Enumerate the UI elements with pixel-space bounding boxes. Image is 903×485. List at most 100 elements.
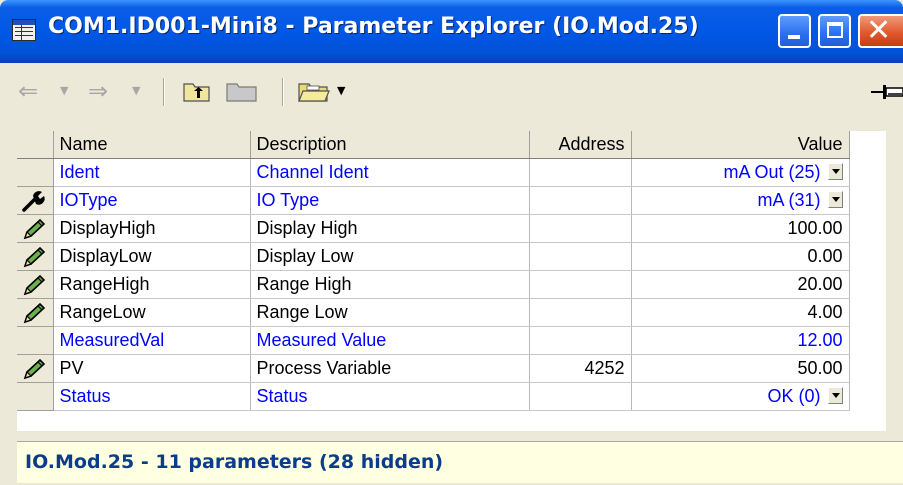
- row-icon-cell: [17, 326, 54, 355]
- param-name: RangeHigh: [53, 270, 251, 299]
- param-value[interactable]: 0.00: [631, 242, 850, 271]
- param-description: Display High: [250, 214, 530, 243]
- row-icon-cell: [17, 298, 54, 327]
- table-row[interactable]: RangeLow Range Low 4.00: [17, 298, 850, 327]
- row-icon-cell: [17, 186, 54, 215]
- open-folder-icon[interactable]: [297, 79, 331, 103]
- param-address: [529, 326, 632, 355]
- param-value[interactable]: mA Out (25): [631, 158, 850, 187]
- icon-column-header[interactable]: [17, 131, 54, 159]
- pencil-icon: [23, 274, 46, 296]
- param-name: IOType: [53, 186, 251, 215]
- param-value-text: mA (31): [757, 190, 821, 210]
- table-row[interactable]: DisplayLow Display Low 0.00: [17, 242, 850, 271]
- maximize-icon: [827, 22, 843, 38]
- name-column-header[interactable]: Name: [53, 131, 251, 159]
- param-address: [529, 382, 632, 411]
- table-app-icon: [12, 19, 36, 41]
- param-address: [529, 158, 632, 187]
- pencil-icon: [23, 358, 46, 380]
- param-name: MeasuredVal: [53, 326, 251, 355]
- param-description: Display Low: [250, 242, 530, 271]
- folder-up-icon[interactable]: [183, 80, 211, 102]
- table-row[interactable]: RangeHigh Range High 20.00: [17, 270, 850, 299]
- param-description: Process Variable: [250, 354, 530, 383]
- maximize-button[interactable]: [818, 14, 851, 48]
- pencil-icon: [23, 302, 46, 324]
- parameter-explorer-window: COM1.ID001-Mini8 - Parameter Explorer (I…: [0, 0, 903, 485]
- pencil-icon: [23, 246, 46, 268]
- table-row[interactable]: Status Status OK (0): [17, 382, 850, 411]
- open-dropdown-icon[interactable]: ▼: [337, 79, 351, 103]
- param-value-text[interactable]: 100.00: [787, 218, 842, 238]
- back-arrow-icon[interactable]: ⇐: [18, 79, 44, 103]
- forward-arrow-icon[interactable]: ⇒: [88, 79, 114, 103]
- table-row[interactable]: PV Process Variable 4252 50.00: [17, 354, 850, 383]
- row-icon-cell: [17, 270, 54, 299]
- param-name: PV: [53, 354, 251, 383]
- title-bar[interactable]: COM1.ID001-Mini8 - Parameter Explorer (I…: [0, 0, 903, 63]
- table-row[interactable]: DisplayHigh Display High 100.00: [17, 214, 850, 243]
- name-header-label: Name: [59, 134, 108, 154]
- param-description: Channel Ident: [250, 158, 530, 187]
- param-name: RangeLow: [53, 298, 251, 327]
- param-value[interactable]: 50.00: [631, 354, 850, 383]
- param-value[interactable]: 12.00: [631, 326, 850, 355]
- address-column-header[interactable]: Address: [529, 131, 632, 159]
- param-address: [529, 242, 632, 271]
- param-name: Ident: [53, 158, 251, 187]
- param-address: [529, 186, 632, 215]
- table-row[interactable]: IOType IO Type mA (31): [17, 186, 850, 215]
- description-header-label: Description: [256, 134, 347, 154]
- address-header-label: Address: [558, 134, 625, 154]
- param-value[interactable]: 4.00: [631, 298, 850, 327]
- parameter-table: Name Description Address Value Ident Chan…: [17, 131, 886, 431]
- close-button[interactable]: ✕: [858, 14, 903, 48]
- param-description: Range Low: [250, 298, 530, 327]
- param-name: DisplayLow: [53, 242, 251, 271]
- param-value-text: mA Out (25): [723, 162, 821, 182]
- window-title: COM1.ID001-Mini8 - Parameter Explorer (I…: [48, 14, 699, 39]
- minimize-icon: [788, 35, 800, 39]
- folder-icon[interactable]: [226, 80, 258, 102]
- param-value-text[interactable]: 0.00: [807, 246, 842, 266]
- value-header-label: Value: [797, 134, 843, 154]
- param-description: Measured Value: [250, 326, 530, 355]
- value-dropdown-button[interactable]: [827, 163, 843, 180]
- minimize-button[interactable]: [778, 14, 811, 48]
- param-address: [529, 214, 632, 243]
- table-row[interactable]: Ident Channel Ident mA Out (25): [17, 158, 850, 187]
- param-address: [529, 270, 632, 299]
- param-value[interactable]: OK (0): [631, 382, 850, 411]
- toolbar: ⇐ ▼ ⇒ ▼ ▼: [0, 63, 903, 121]
- param-value-text[interactable]: 50.00: [797, 358, 842, 378]
- left-border: [0, 121, 17, 485]
- param-value[interactable]: 20.00: [631, 270, 850, 299]
- row-icon-cell: [17, 242, 54, 271]
- value-column-header[interactable]: Value: [631, 131, 850, 159]
- value-dropdown-button[interactable]: [827, 387, 843, 404]
- param-description: Range High: [250, 270, 530, 299]
- value-dropdown-button[interactable]: [827, 191, 843, 208]
- toolbar-separator: [163, 78, 165, 106]
- status-text: IO.Mod.25 - 11 parameters (28 hidden): [25, 451, 444, 473]
- param-value-text[interactable]: 12.00: [797, 330, 842, 350]
- param-name: DisplayHigh: [53, 214, 251, 243]
- param-value-text[interactable]: 20.00: [797, 274, 842, 294]
- param-value-text[interactable]: 4.00: [807, 302, 842, 322]
- param-value[interactable]: 100.00: [631, 214, 850, 243]
- param-name: Status: [53, 382, 251, 411]
- forward-dropdown-icon[interactable]: ▼: [132, 79, 146, 103]
- back-dropdown-icon[interactable]: ▼: [60, 79, 74, 103]
- toolbar-separator: [282, 78, 284, 106]
- param-address: 4252: [529, 354, 632, 383]
- row-icon-cell: [17, 158, 54, 187]
- param-value[interactable]: mA (31): [631, 186, 850, 215]
- row-icon-cell: [17, 354, 54, 383]
- row-icon-cell: [17, 382, 54, 411]
- pin-icon[interactable]: [871, 80, 903, 104]
- table-header-row: Name Description Address Value: [17, 131, 850, 159]
- param-description: Status: [250, 382, 530, 411]
- table-row[interactable]: MeasuredVal Measured Value 12.00: [17, 326, 850, 355]
- description-column-header[interactable]: Description: [250, 131, 530, 159]
